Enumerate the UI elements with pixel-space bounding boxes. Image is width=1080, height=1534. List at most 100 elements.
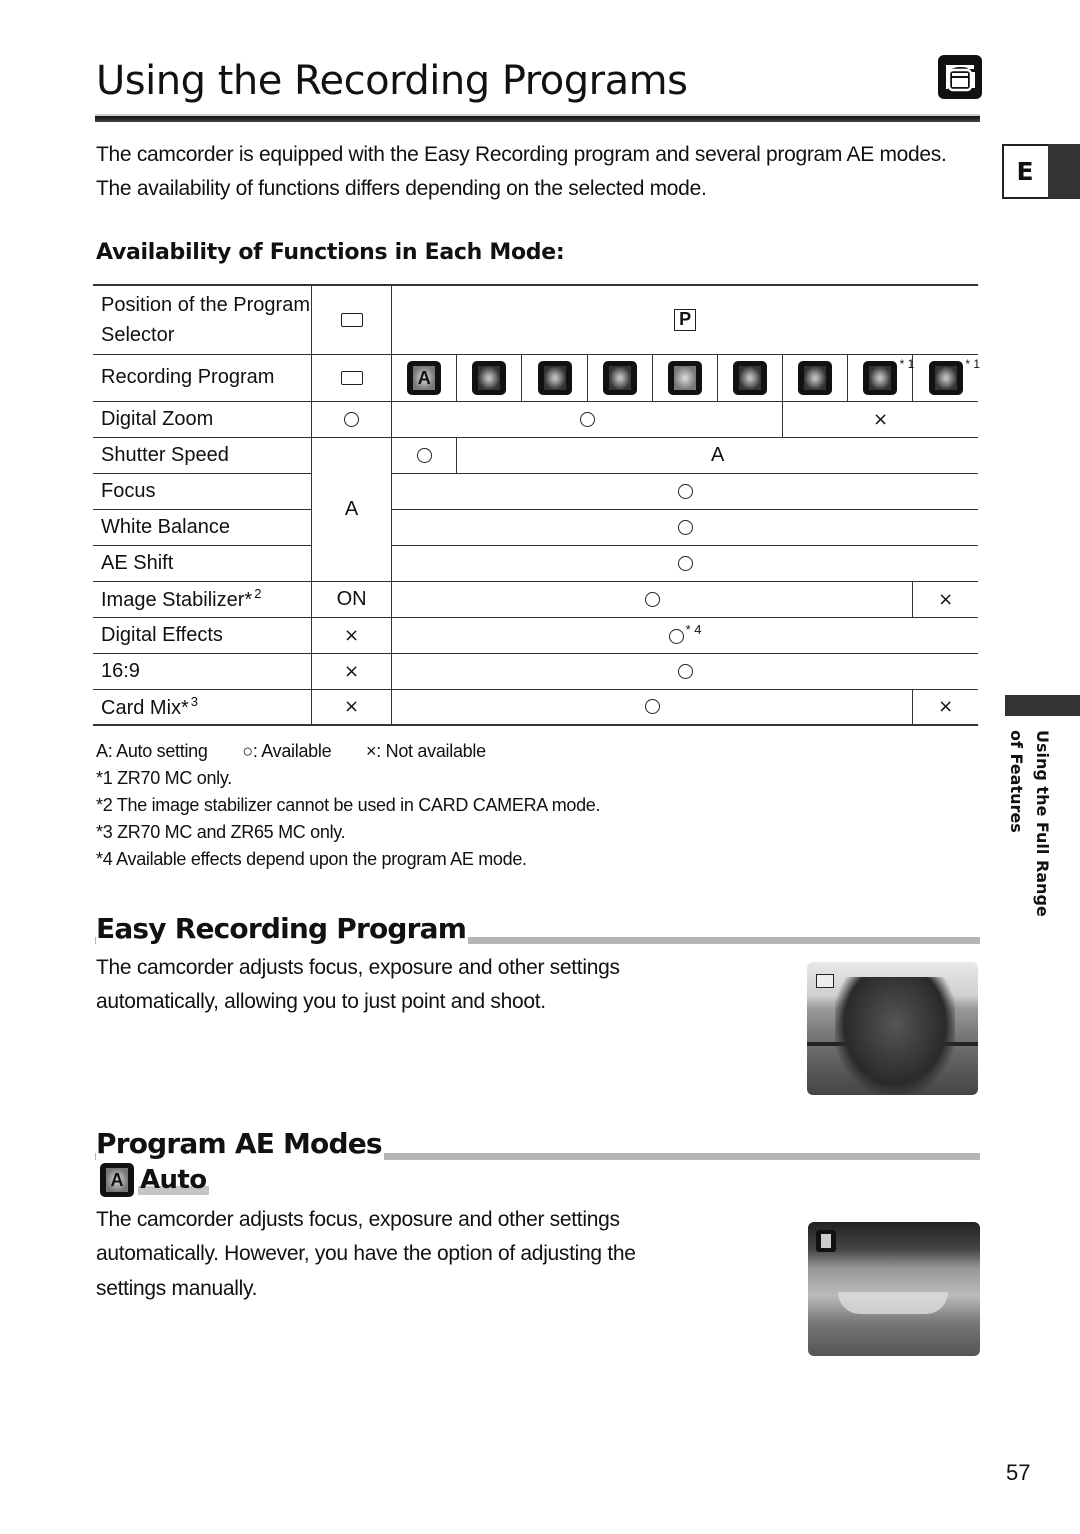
sports-mode-icon [472,360,507,395]
footnote-ref: * 1 [965,356,980,371]
available-icon [579,411,595,427]
auto-paragraph-line2: automatically. However, you have the opt… [96,1242,636,1265]
mode-cell [781,353,848,402]
side-tab-bar [1005,695,1080,716]
easy-cell: × [310,616,392,654]
row-label: Focus [93,472,312,510]
available-icon [644,699,660,715]
table-row-16-9: 16:9 × [93,652,978,690]
auto-label: Auto [138,1165,209,1195]
not-available-icon: × [344,624,360,646]
table-row-card-mix: Card Mix* 3 × × [93,688,978,726]
row-label: Image Stabilizer* 2 [93,580,312,618]
footnote-ref: 3 [190,693,199,709]
not-available-icon: × [872,408,889,430]
row-label: Recording Program [93,353,312,402]
availability-heading: Availability of Functions in Each Mode: [96,240,565,265]
easy-cell [310,284,392,355]
table-row-image-stabilizer: Image Stabilizer* 2 ON × [93,580,978,618]
table-row-shutter-speed: Shutter Speed A A [93,436,978,582]
table-row-selector-position: Position of the Program Selector P [93,284,978,355]
legend-keys: A: Auto setting ○: Available ×: Not avai… [96,738,600,765]
auto-mode-photo [808,1222,980,1356]
row-label: Card Mix* 3 [93,688,312,726]
table-row-white-balance: White Balance [93,508,978,546]
available-icon [677,555,693,571]
easy-cell: × [310,688,392,726]
available-icon [416,447,432,463]
footnote: *1 ZR70 MC only. [96,768,232,788]
mode-cell: A [391,353,457,402]
easy-rect-icon [816,974,834,988]
easy-cell [310,400,392,438]
portrait-mode-icon [537,360,572,395]
auto-mode-icon: A [407,360,442,395]
row-label: White Balance [93,508,312,546]
mode-cell [521,353,588,402]
easy-paragraph-line1: The camcorder adjusts focus, exposure an… [96,956,620,979]
table-legend: A: Auto setting ○: Available ×: Not avai… [96,738,601,873]
fireworks-mode-icon [863,360,898,395]
row-label: Shutter Speed [93,436,312,474]
mode-cell [716,353,783,402]
available-icon [668,629,684,645]
row-label: Position of the Program Selector [93,284,312,355]
auto-subheading: A Auto [100,1163,209,1197]
table-row-digital-zoom: Digital Zoom × [93,400,978,438]
program-cell [391,508,978,546]
auto-paragraph-line1: The camcorder adjusts focus, exposure an… [96,1208,620,1231]
table-row-digital-effects: Digital Effects × * 4 [93,616,978,654]
mode-cell [586,353,653,402]
legend-available: ○: Available [242,741,332,761]
mode-cell [651,353,718,402]
night-mode-icon [798,360,833,395]
row-label: Digital Zoom [93,400,312,438]
table-row-ae-shift: AE Shift [93,544,978,582]
program-cell: * 4 [391,616,978,654]
intro-paragraph: The camcorder is equipped with the Easy … [96,143,947,200]
footnote: *4 Available effects depend upon the pro… [96,849,527,869]
row-label: 16:9 [93,652,312,690]
program-cell: × [912,580,978,618]
not-available-icon: × [938,588,954,610]
mode-cell: * 1 [847,353,914,402]
language-tab-bar [1048,144,1080,199]
easy-recording-heading: Easy Recording Program [96,912,469,945]
language-letter: E [1016,157,1034,186]
side-tab-line1: Using the Full Range [1033,730,1052,917]
row-label: Digital Effects [93,616,312,654]
table-row-recording-program: Recording Program A * 1 * 1 [93,353,980,402]
easy-cell: A [310,436,392,582]
available-icon [677,519,693,535]
program-cell: P [391,284,978,355]
auto-mode-icon [816,1230,836,1252]
available-icon [644,591,660,607]
program-p-icon: P [674,308,697,331]
program-cell [391,400,783,438]
program-cell [391,652,978,690]
row-label: AE Shift [93,544,312,582]
easy-recording-photo [807,962,978,1095]
spotlight-mode-icon [602,360,637,395]
table-row-focus: Focus [93,472,978,510]
easy-cell [310,353,392,402]
program-cell [391,544,978,582]
camcorder-card-icon [938,55,982,99]
mode-cell [456,353,522,402]
easy-rect-icon [340,370,363,385]
easy-paragraph-line2: automatically, allowing you to just poin… [96,990,546,1013]
auto-mode-icon: A [100,1163,134,1197]
page-number: 57 [1006,1460,1031,1485]
not-available-icon: × [344,696,360,718]
program-cell [391,688,913,726]
mode-cell: * 1 [912,353,980,402]
page-title: Using the Recording Programs [96,58,688,104]
title-rule [95,114,980,122]
easy-cell: × [310,652,392,690]
side-tab-line2: of Features [1007,730,1026,833]
program-cell [391,580,913,618]
available-icon [677,663,693,679]
legend-not-available: ×: Not available [366,741,486,761]
legend-auto: A: Auto setting [96,741,208,761]
availability-table: Position of the Program Selector P Recor… [93,284,980,726]
